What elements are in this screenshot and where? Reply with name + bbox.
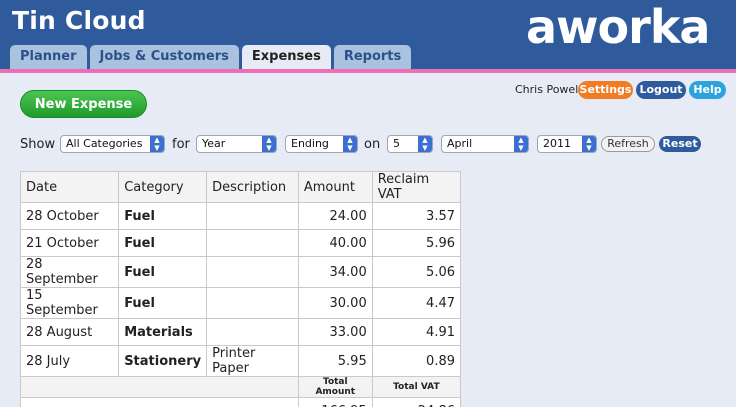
total-vat-label: Total VAT xyxy=(371,376,462,398)
select-arrows-icon: ▲ ▼ xyxy=(343,136,357,152)
period-select-value: Year xyxy=(202,137,226,150)
select-arrows-icon: ▲ ▼ xyxy=(514,136,528,152)
tab-planner[interactable]: Planner xyxy=(10,45,87,69)
app-title: Tin Cloud xyxy=(12,6,146,35)
for-label: for xyxy=(172,137,190,152)
tab-jobs-customers[interactable]: Jobs & Customers xyxy=(89,45,239,69)
period-select[interactable]: Year ▲ ▼ xyxy=(196,135,277,153)
column-header-date[interactable]: Date xyxy=(19,171,120,203)
cell-category: Fuel xyxy=(118,202,208,230)
tab-expenses[interactable]: Expenses xyxy=(241,45,331,71)
table-row[interactable]: 28 October Fuel 24.00 3.57 xyxy=(19,202,462,230)
cell-amount: 34.00 xyxy=(297,256,373,288)
cell-description: Printer Paper xyxy=(206,345,299,377)
mode-select-value: Ending xyxy=(291,137,329,150)
totals-value-row: 166.95 24.86 xyxy=(20,397,462,407)
header-accent-line xyxy=(0,69,736,73)
settings-button[interactable]: Settings xyxy=(578,81,633,99)
total-amount-label: Total Amount xyxy=(297,376,373,398)
refresh-button[interactable]: Refresh xyxy=(601,136,655,152)
app-header: Tin Cloud aworka Planner Jobs & Customer… xyxy=(0,0,736,73)
column-header-category[interactable]: Category xyxy=(118,171,208,203)
day-select-value: 5 xyxy=(393,137,400,150)
logout-button[interactable]: Logout xyxy=(636,81,686,99)
column-header-amount[interactable]: Amount xyxy=(297,171,373,203)
mode-select[interactable]: Ending ▲ ▼ xyxy=(285,135,358,153)
year-select[interactable]: 2011 ▲ ▼ xyxy=(537,135,597,153)
cell-amount: 30.00 xyxy=(297,287,373,319)
new-expense-button[interactable]: New Expense xyxy=(20,90,147,118)
cell-description xyxy=(206,318,299,346)
expenses-table: Date Category Description Amount Reclaim… xyxy=(19,171,462,407)
category-select[interactable]: All Categories ▲ ▼ xyxy=(60,135,165,153)
select-arrows-icon: ▲ ▼ xyxy=(418,136,432,152)
cell-category: Stationery xyxy=(118,345,208,377)
table-row[interactable]: 15 September Fuel 30.00 4.47 xyxy=(19,287,462,319)
tab-reports[interactable]: Reports xyxy=(333,45,412,69)
table-row[interactable]: 21 October Fuel 40.00 5.96 xyxy=(19,229,462,257)
month-select[interactable]: April ▲ ▼ xyxy=(441,135,529,153)
cell-amount: 24.00 xyxy=(297,202,373,230)
on-label: on xyxy=(364,137,381,152)
table-header-row: Date Category Description Amount Reclaim… xyxy=(19,171,462,203)
logo-text: aworka xyxy=(526,0,710,54)
cell-date: 15 September xyxy=(19,287,120,319)
totals-spacer xyxy=(20,397,299,407)
cell-description xyxy=(206,256,299,288)
cell-vat: 3.57 xyxy=(371,202,462,230)
column-header-description[interactable]: Description xyxy=(206,171,299,203)
cell-vat: 5.06 xyxy=(371,256,462,288)
reset-button[interactable]: Reset xyxy=(659,136,701,152)
cell-vat: 0.89 xyxy=(371,345,462,377)
cell-description xyxy=(206,229,299,257)
table-row[interactable]: 28 September Fuel 34.00 5.06 xyxy=(19,256,462,288)
cell-date: 28 August xyxy=(19,318,120,346)
cell-vat: 5.96 xyxy=(371,229,462,257)
total-amount-value: 166.95 xyxy=(297,397,373,407)
aworka-logo: aworka xyxy=(526,0,726,64)
cell-amount: 5.95 xyxy=(297,345,373,377)
cell-date: 28 October xyxy=(19,202,120,230)
cell-category: Fuel xyxy=(118,287,208,319)
cell-category: Fuel xyxy=(118,256,208,288)
select-arrows-icon: ▲ ▼ xyxy=(582,136,596,152)
day-select[interactable]: 5 ▲ ▼ xyxy=(387,135,433,153)
cell-vat: 4.47 xyxy=(371,287,462,319)
year-select-value: 2011 xyxy=(543,137,571,150)
cell-description xyxy=(206,287,299,319)
cell-description xyxy=(206,202,299,230)
cell-category: Materials xyxy=(118,318,208,346)
category-select-value: All Categories xyxy=(66,137,143,150)
table-row[interactable]: 28 July Stationery Printer Paper 5.95 0.… xyxy=(19,345,462,377)
help-button[interactable]: Help xyxy=(689,81,726,99)
cell-category: Fuel xyxy=(118,229,208,257)
select-arrows-icon: ▲ ▼ xyxy=(262,136,276,152)
main-tabs: Planner Jobs & Customers Expenses Report… xyxy=(10,45,414,71)
cell-amount: 33.00 xyxy=(297,318,373,346)
column-header-reclaim-vat[interactable]: Reclaim VAT xyxy=(371,171,462,203)
cell-vat: 4.91 xyxy=(371,318,462,346)
table-row[interactable]: 28 August Materials 33.00 4.91 xyxy=(19,318,462,346)
cell-date: 28 July xyxy=(19,345,120,377)
user-name: Chris Powell xyxy=(515,83,582,96)
cell-amount: 40.00 xyxy=(297,229,373,257)
cell-date: 28 September xyxy=(19,256,120,288)
totals-spacer xyxy=(20,376,299,398)
month-select-value: April xyxy=(447,137,473,150)
select-arrows-icon: ▲ ▼ xyxy=(150,136,164,152)
totals-label-row: Total Amount Total VAT xyxy=(20,376,462,398)
total-vat-value: 24.86 xyxy=(371,397,462,407)
show-label: Show xyxy=(20,137,56,152)
cell-date: 21 October xyxy=(19,229,120,257)
